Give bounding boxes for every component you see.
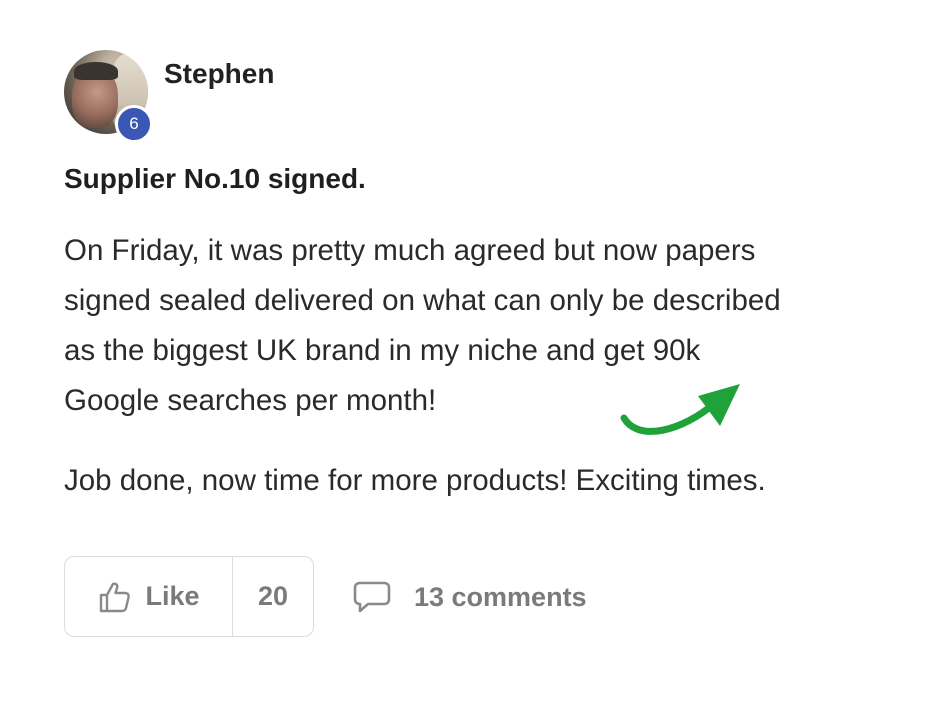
- post-body-closing: Job done, now time for more products! Ex…: [64, 464, 766, 497]
- comments-link[interactable]: 13 comments: [352, 574, 587, 620]
- post-title: Supplier No.10 signed.: [64, 163, 366, 194]
- thumbs-up-icon: [100, 582, 131, 612]
- green-arrow-icon: [620, 384, 740, 435]
- post-card: 6 Stephen Supplier No.10 signed. On Frid…: [0, 0, 925, 702]
- speech-bubble-icon: [353, 581, 391, 613]
- post-body-line: On Friday, it was pretty much agreed but…: [64, 234, 756, 267]
- level-badge: 6: [115, 105, 153, 143]
- like-label: Like: [145, 581, 200, 611]
- like-count[interactable]: 20: [233, 557, 313, 636]
- avatar-hair: [74, 62, 118, 80]
- author-name[interactable]: Stephen: [164, 58, 274, 90]
- like-button[interactable]: Like: [65, 557, 233, 636]
- post-body-line: Google searches per month!: [64, 384, 437, 417]
- post-body: On Friday, it was pretty much agreed but…: [64, 226, 884, 426]
- post-body-line: signed sealed delivered on what can only…: [64, 284, 781, 317]
- post-body-line: as the biggest UK brand in my niche and …: [64, 334, 701, 367]
- comments-label: 13 comments: [414, 581, 587, 612]
- like-group: Like 20: [64, 556, 314, 637]
